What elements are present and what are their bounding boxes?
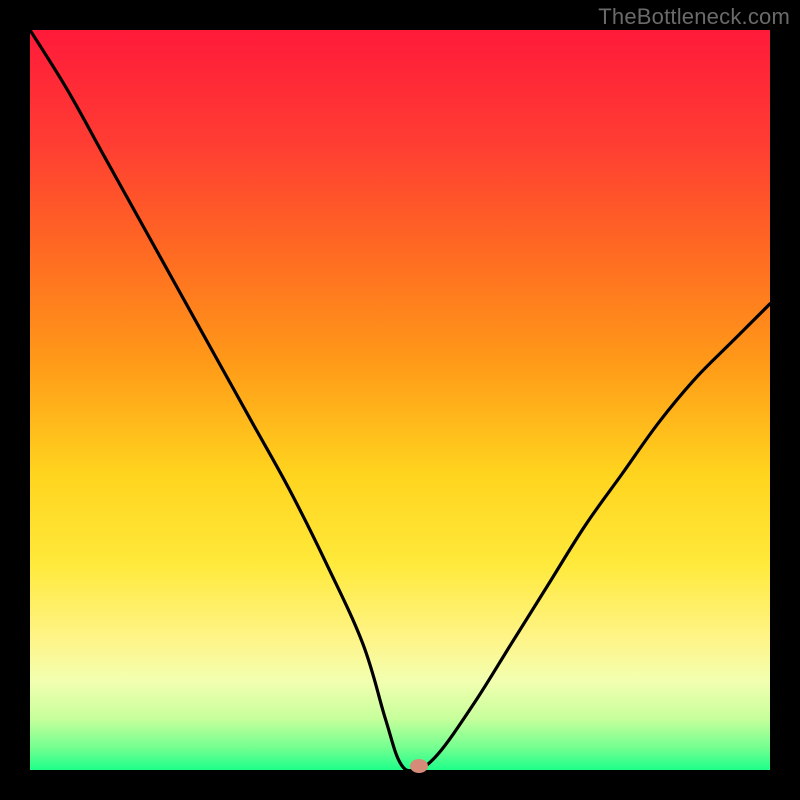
plot-area — [30, 30, 770, 770]
bottleneck-curve — [30, 30, 770, 770]
watermark-text: TheBottleneck.com — [598, 4, 790, 30]
chart-frame: TheBottleneck.com — [0, 0, 800, 800]
optimal-point-marker — [410, 759, 428, 773]
